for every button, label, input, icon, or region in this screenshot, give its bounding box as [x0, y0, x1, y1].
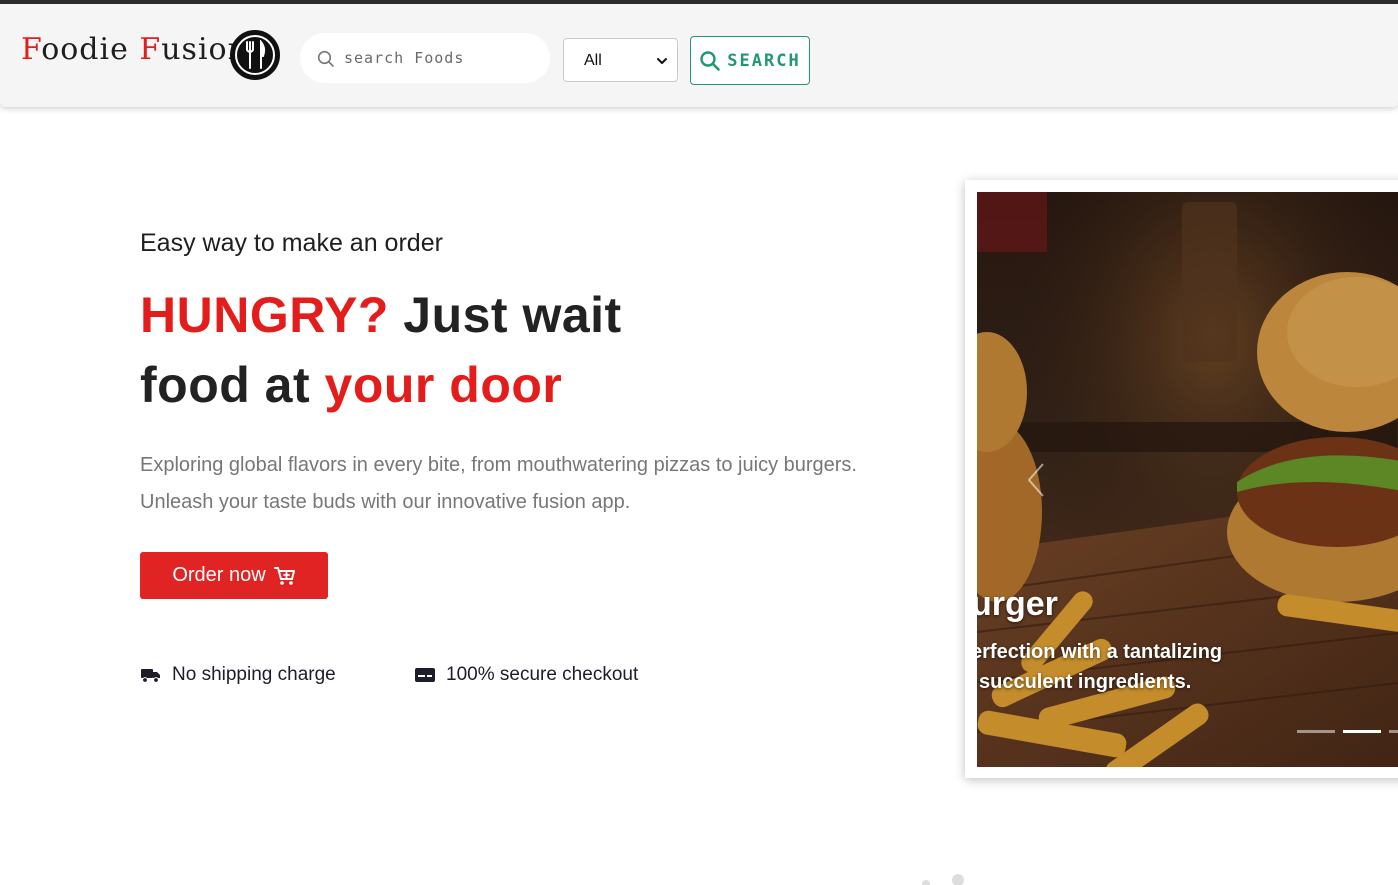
fork-knife-logo-icon[interactable]	[230, 30, 280, 80]
search-icon	[700, 50, 721, 71]
carousel-indicator-2[interactable]	[1343, 730, 1381, 733]
order-now-button[interactable]: Order now	[140, 552, 328, 599]
carousel-slide[interactable]: urger erfection with a tantalizing succu…	[977, 192, 1398, 767]
carousel-prev-button[interactable]	[1021, 460, 1051, 500]
search-button[interactable]: SEARCH	[690, 36, 810, 85]
chevron-left-icon	[1027, 463, 1044, 497]
chevron-down-icon	[657, 58, 667, 64]
feature-secure-checkout: 100% secure checkout	[414, 664, 638, 686]
order-now-label: Order now	[172, 564, 266, 586]
logo-ring	[235, 35, 275, 75]
headline-your-door: your door	[324, 357, 563, 413]
slide-caption-line-1: erfection with a tantalizing	[977, 641, 1223, 663]
headline-just-wait: Just wait	[388, 287, 622, 343]
navbar: Foodie Fusion All SEARCH	[0, 4, 1398, 107]
slide-caption-title: urger	[977, 585, 1058, 623]
slide-caption-text: erfection with a tantalizing succulent i…	[977, 637, 1301, 697]
truck-icon	[141, 669, 160, 683]
brand-letter-f1: F	[21, 32, 42, 67]
carousel-indicators	[1297, 730, 1398, 733]
category-select-value: All	[584, 52, 602, 69]
search-input[interactable]	[344, 43, 540, 73]
brand-name[interactable]: Foodie Fusion	[21, 32, 248, 67]
cart-plus-icon	[273, 566, 295, 585]
search-icon	[317, 50, 334, 67]
hero-headline: HUNGRY? Just wait food at your door	[140, 280, 622, 420]
feature-secure-checkout-label: 100% secure checkout	[446, 664, 639, 685]
feature-no-shipping: No shipping charge	[140, 664, 336, 686]
hero-eyebrow: Easy way to make an order	[140, 229, 443, 257]
brand-word-1: oodie	[41, 32, 140, 67]
credit-card-icon	[415, 668, 435, 682]
slide-caption-line-2: succulent ingredients.	[979, 671, 1192, 693]
hero-description: Exploring global flavors in every bite, …	[140, 454, 857, 513]
carousel-indicator-1[interactable]	[1297, 730, 1335, 733]
search-box	[300, 33, 550, 83]
feature-no-shipping-label: No shipping charge	[172, 664, 336, 685]
headline-food-at: food at	[140, 357, 325, 413]
search-button-label: SEARCH	[727, 50, 801, 71]
carousel-indicator-3[interactable]	[1389, 730, 1398, 733]
headline-hungry: HUNGRY?	[140, 287, 389, 343]
brand-letter-f2: F	[139, 32, 162, 67]
category-select[interactable]: All	[563, 38, 678, 82]
decorative-dots	[922, 874, 964, 885]
fork-knife-icon	[246, 40, 266, 69]
